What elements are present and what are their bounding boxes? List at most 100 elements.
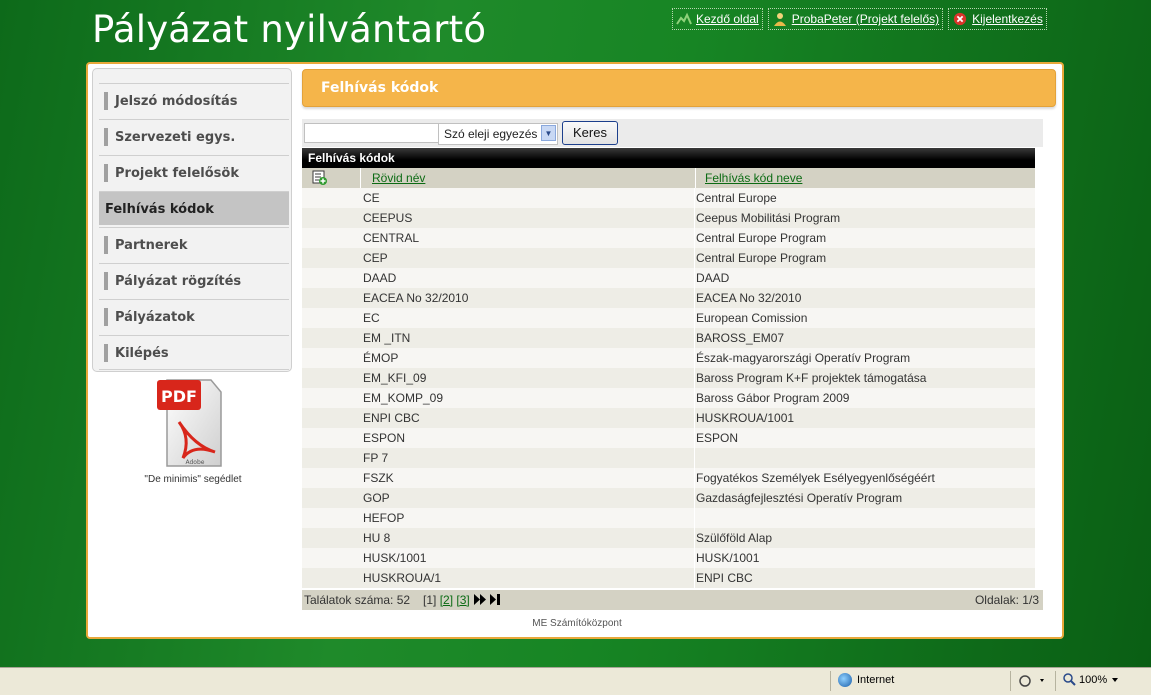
home-link-label: Kezdő oldal <box>696 12 759 26</box>
sidebar-item-label: Projekt felelősök <box>115 166 239 181</box>
table-row[interactable]: ENPI CBC HUSKROUA/1001 <box>302 408 1035 428</box>
last-page-icon[interactable] <box>490 594 500 605</box>
protected-mode-icon[interactable] <box>1018 674 1048 688</box>
short-name-cell: CE <box>363 191 380 205</box>
table-row[interactable]: HUSKROUA/1 ENPI CBC <box>302 568 1035 588</box>
table-row[interactable]: CENTRAL Central Europe Program <box>302 228 1035 248</box>
match-mode-value: Szó eleji egyezés <box>444 127 538 141</box>
table-row[interactable]: EM_KOMP_09 Baross Gábor Program 2009 <box>302 388 1035 408</box>
sidebar: Jelszó módosítás Szervezeti egys. Projek… <box>92 68 292 372</box>
pdf-document-link[interactable]: PDF Adobe <box>140 374 240 474</box>
sidebar-item-call-codes[interactable]: Felhívás kódok <box>99 191 289 225</box>
logout-link[interactable]: Kijelentkezés <box>948 8 1047 30</box>
short-name-cell: CEEPUS <box>363 211 413 225</box>
table-row[interactable]: HU 8 Szülőföld Alap <box>302 528 1035 548</box>
code-name-cell: ENPI CBC <box>696 571 753 585</box>
short-name-cell: EM_KOMP_09 <box>363 391 444 405</box>
table-row[interactable]: CEEPUS Ceepus Mobilitási Program <box>302 208 1035 228</box>
home-link[interactable]: Kezdő oldal <box>672 8 763 30</box>
sidebar-item-partners[interactable]: Partnerek <box>99 227 289 261</box>
zone-label: Internet <box>857 674 895 686</box>
code-name-cell: HUSKROUA/1001 <box>696 411 795 425</box>
chevron-down-icon[interactable] <box>1110 677 1120 683</box>
page-link-3[interactable]: [3] <box>456 593 469 607</box>
sidebar-item-tenders[interactable]: Pályázatok <box>99 299 289 333</box>
column-header-code-name[interactable]: Felhívás kód neve <box>705 171 802 185</box>
main-card: Jelszó módosítás Szervezeti egys. Projek… <box>86 62 1064 639</box>
table-row[interactable]: HEFOP <box>302 508 1035 528</box>
table-row[interactable]: FSZK Fogyatékos Személyek Esélyegyenlőség… <box>302 468 1035 488</box>
code-name-cell: European Comission <box>696 311 808 325</box>
table-row[interactable]: EACEA No 32/2010 EACEA No 32/2010 <box>302 288 1035 308</box>
search-bar: Szó eleji egyezés ▼ Keres <box>302 119 1043 147</box>
table-row[interactable]: CEP Central Europe Program <box>302 248 1035 268</box>
pdf-caption[interactable]: "De minimis" segédlet <box>128 474 258 485</box>
short-name-cell: HUSKROUA/1 <box>363 571 442 585</box>
code-name-cell: Central Europe Program <box>696 231 827 245</box>
page-link-2[interactable]: [2] <box>440 593 453 607</box>
zoom-control[interactable]: 100% <box>1063 673 1120 686</box>
search-button[interactable]: Keres <box>562 121 618 145</box>
table-row[interactable]: ESPON ESPON <box>302 428 1035 448</box>
table-row[interactable]: EM_KFI_09 Baross Program K+F projektek tá… <box>302 368 1035 388</box>
code-name-cell: Ceepus Mobilitási Program <box>696 211 841 225</box>
code-name-cell: Central Europe Program <box>696 251 827 265</box>
top-links: Kezdő oldal ProbaPeter (Projekt felelős)… <box>672 8 1047 30</box>
sidebar-item-label: Kilépés <box>115 346 169 361</box>
pager: Találatok száma: 52 [1] [2] [3] Oldalak:… <box>302 590 1043 610</box>
table-row[interactable]: ÉMOP Észak-magyarországi Operatív Program <box>302 348 1035 368</box>
browser-status-bar: Internet 100% <box>0 667 1151 695</box>
search-input[interactable] <box>304 123 440 143</box>
short-name-cell: ÉMOP <box>363 351 399 365</box>
table-row[interactable]: CE Central Europe <box>302 188 1035 208</box>
grid-header: Rövid név Felhívás kód neve <box>302 168 1035 188</box>
table-row[interactable]: FP 7 <box>302 448 1035 468</box>
code-name-cell: Észak-magyarországi Operatív Program <box>696 351 911 365</box>
user-link-label: ProbaPeter (Projekt felelős) <box>791 12 940 26</box>
add-record-icon[interactable] <box>312 170 327 185</box>
short-name-cell: GOP <box>363 491 390 505</box>
short-name-cell: FP 7 <box>363 451 389 465</box>
sidebar-item-project-leads[interactable]: Projekt felelősök <box>99 155 289 189</box>
short-name-cell: ENPI CBC <box>363 411 420 425</box>
short-name-cell: EC <box>363 311 380 325</box>
table-row[interactable]: EC European Comission <box>302 308 1035 328</box>
short-name-cell: EM_KFI_09 <box>363 371 427 385</box>
chevron-down-icon[interactable]: ▼ <box>541 125 556 141</box>
code-name-cell: Baross Program K+F projektek támogatása <box>696 371 927 385</box>
next-page-icon[interactable] <box>474 594 486 605</box>
short-name-cell: FSZK <box>363 471 394 485</box>
app-title: Pályázat nyilvántartó <box>92 8 487 51</box>
short-name-cell: EACEA No 32/2010 <box>363 291 469 305</box>
code-name-cell: Baross Gábor Program 2009 <box>696 391 850 405</box>
security-zone: Internet <box>838 673 894 687</box>
result-count: Találatok száma: 52 <box>304 593 411 607</box>
grid-body: CE Central Europe CEEPUS Ceepus Mobilitási… <box>302 188 1035 588</box>
table-row[interactable]: DAAD DAAD <box>302 268 1035 288</box>
sidebar-item-label: Pályázat rögzítés <box>115 274 242 289</box>
sidebar-item-exit[interactable]: Kilépés <box>99 335 289 370</box>
table-row[interactable]: GOP Gazdaságfejlesztési Operatív Program <box>302 488 1035 508</box>
code-name-cell: EACEA No 32/2010 <box>696 291 802 305</box>
sidebar-item-password[interactable]: Jelszó módosítás <box>99 83 289 117</box>
short-name-cell: EM _ITN <box>363 331 411 345</box>
table-row[interactable]: EM _ITN BAROSS_EM07 <box>302 328 1035 348</box>
sidebar-item-label: Pályázatok <box>115 310 195 325</box>
home-icon <box>676 12 692 25</box>
sidebar-item-label: Felhívás kódok <box>105 202 214 217</box>
user-link[interactable]: ProbaPeter (Projekt felelős) <box>767 8 944 30</box>
page-position: Oldalak: 1/3 <box>974 593 1039 607</box>
user-icon <box>773 13 786 26</box>
table-row[interactable]: HUSK/1001 HUSK/1001 <box>302 548 1035 568</box>
page-links: [1] [2] [3] <box>423 593 470 607</box>
code-name-cell: DAAD <box>696 271 730 285</box>
short-name-cell: HEFOP <box>363 511 405 525</box>
match-mode-select[interactable]: Szó eleji egyezés ▼ <box>438 123 558 145</box>
column-header-short-name[interactable]: Rövid név <box>372 171 425 185</box>
pdf-badge-text: PDF <box>161 387 197 406</box>
sidebar-item-tender-entry[interactable]: Pályázat rögzítés <box>99 263 289 297</box>
code-name-cell: Central Europe <box>696 191 777 205</box>
code-name-cell: Szülőföld Alap <box>696 531 773 545</box>
sidebar-item-org-units[interactable]: Szervezeti egys. <box>99 119 289 153</box>
pdf-brand-text: Adobe <box>186 459 205 466</box>
